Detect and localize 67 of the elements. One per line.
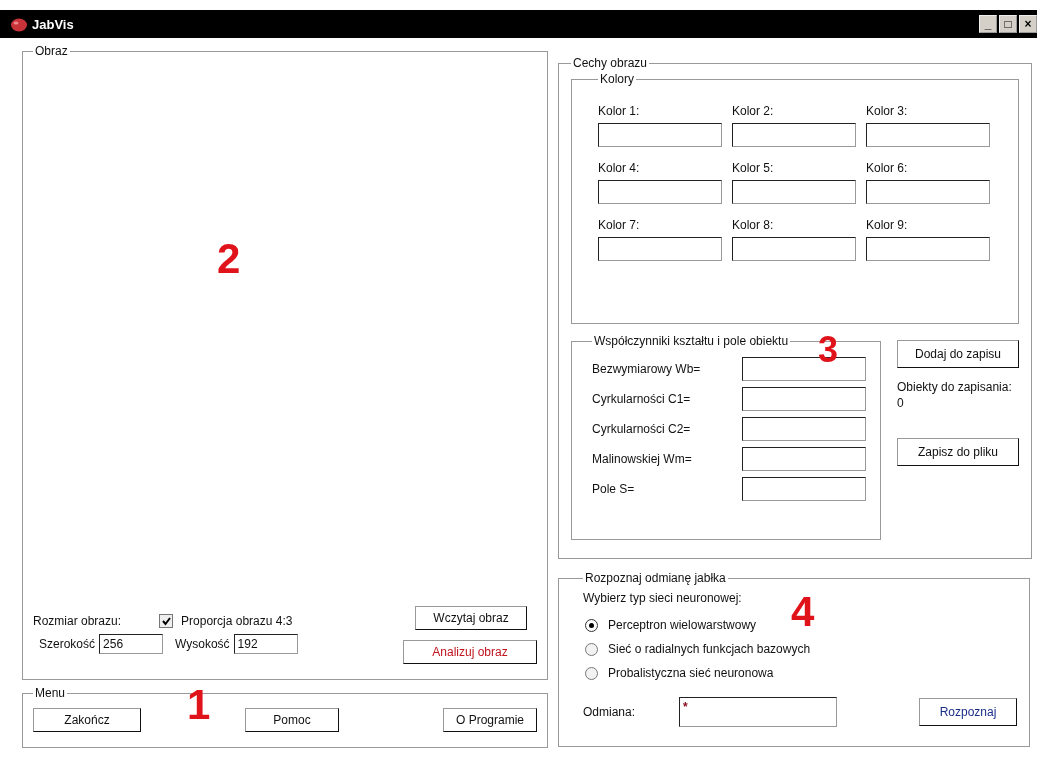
radio-button[interactable] [585,642,598,656]
color-label: Kolor 1: [598,104,641,118]
coefficient-label: Cyrkularności C2= [592,422,691,436]
height-label: Wysokość [175,637,230,651]
color-field[interactable] [732,237,856,261]
aspect-checkbox[interactable] [159,614,174,628]
group-title: Menu [34,686,67,700]
coefficient-field[interactable] [742,387,866,411]
recognize-button[interactable]: Rozpoznaj [919,698,1017,726]
width-label: Szerokość [39,637,96,651]
coefficient-label: Pole S= [592,482,635,496]
network-label: Perceptron wielowarstwowy [608,618,757,632]
height-field[interactable]: 192 [233,634,298,654]
color-label: Kolor 8: [732,218,775,232]
color-label: Kolor 3: [866,104,909,118]
coefficient-field[interactable] [742,477,866,501]
variety-field[interactable]: * [679,697,838,727]
color-field[interactable] [732,180,856,204]
save-to-file-button[interactable]: Zapisz do pliku [897,438,1019,466]
color-label: Kolor 6: [866,161,909,175]
pending-label: Obiekty do zapisania: [897,380,1012,394]
menu-button[interactable]: Pomoc [245,708,339,732]
group-title: Rozpoznaj odmianę jabłka [584,571,727,585]
group-title: Kolory [599,72,635,86]
radio-button[interactable] [585,666,598,680]
width-field[interactable]: 256 [99,634,164,654]
color-field[interactable] [598,180,722,204]
variety-label: Odmiana: [583,705,636,719]
color-field[interactable] [598,123,722,147]
close-button[interactable]: × [1019,15,1037,33]
network-prompt: Wybierz typ sieci neuronowej: [583,591,743,605]
color-field[interactable] [598,237,722,261]
maximize-button[interactable]: □ [999,15,1017,33]
window-title: JabVis [32,16,74,32]
analyze-image-button[interactable]: Analizuj obraz [403,640,537,664]
color-field[interactable] [866,123,990,147]
coefficient-label: Malinowskiej Wm= [592,452,692,466]
color-label: Kolor 7: [598,218,641,232]
coefficient-field[interactable] [742,447,866,471]
radio-button[interactable] [585,618,598,632]
color-label: Kolor 5: [732,161,775,175]
size-label: Rozmiar obrazu: [33,614,122,628]
color-label: Kolor 9: [866,218,909,232]
group-title: Współczynniki kształtu i pole obiektu [593,334,790,348]
minimize-button[interactable]: _ [979,15,997,33]
menu-button[interactable]: Zakończ [33,708,141,732]
coefficient-label: Cyrkularności C1= [592,392,691,406]
color-field[interactable] [866,237,990,261]
coefficient-field[interactable] [742,417,866,441]
apple-icon [10,16,28,32]
annotation-number: 2 [217,238,241,280]
menu-button[interactable]: O Programie [443,708,537,732]
group-title: Cechy obrazu [572,56,649,70]
load-image-button[interactable]: Wczytaj obraz [415,606,527,630]
pending-count: 0 [897,396,904,410]
color-label: Kolor 2: [732,104,775,118]
annotation-number: 1 [187,684,211,726]
network-label: Probalistyczna sieć neuronowa [608,666,774,680]
color-label: Kolor 4: [598,161,641,175]
coefficient-label: Bezwymiarowy Wb= [592,362,701,376]
color-field[interactable] [732,123,856,147]
group-title: Obraz [34,44,69,58]
aspect-label: Proporcja obrazu 4:3 [181,614,293,628]
network-label: Sieć o radialnych funkcjach bazowych [608,642,811,656]
color-field[interactable] [866,180,990,204]
add-to-save-button[interactable]: Dodaj do zapisu [897,340,1019,368]
annotation-number: 4 [791,591,815,633]
